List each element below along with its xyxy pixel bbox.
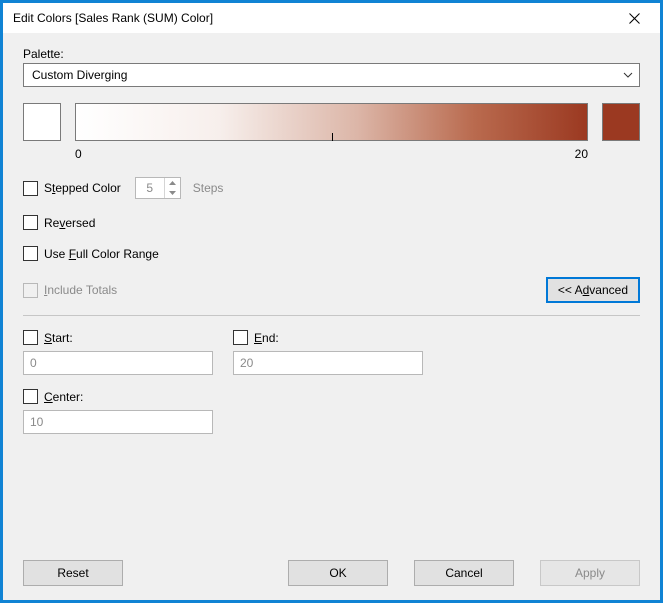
- close-button[interactable]: [614, 5, 654, 31]
- palette-label: Palette:: [23, 47, 640, 61]
- end-value: 20: [240, 356, 253, 370]
- center-value: 10: [30, 415, 43, 429]
- center-input[interactable]: 10: [23, 410, 213, 434]
- chevron-down-icon: [623, 70, 633, 80]
- start-color-swatch[interactable]: [23, 103, 61, 141]
- reset-button[interactable]: Reset: [23, 560, 123, 586]
- edit-colors-dialog: Edit Colors [Sales Rank (SUM) Color] Pal…: [0, 0, 663, 603]
- color-ramp-row: [23, 103, 640, 141]
- range-min-label: 0: [75, 147, 82, 161]
- palette-value: Custom Diverging: [32, 68, 127, 82]
- full-range-label: Use Full Color Range: [44, 247, 159, 261]
- dialog-title: Edit Colors [Sales Rank (SUM) Color]: [13, 11, 213, 25]
- include-totals-label: Include Totals: [44, 283, 117, 297]
- steps-up-button[interactable]: [165, 178, 180, 188]
- palette-select[interactable]: Custom Diverging: [23, 63, 640, 87]
- dialog-body: Palette: Custom Diverging 0 20 Stepped C…: [3, 33, 660, 600]
- center-row: Center:: [23, 389, 640, 404]
- end-label: End:: [254, 331, 279, 345]
- stepped-color-checkbox[interactable]: [23, 181, 38, 196]
- steps-value: 5: [136, 178, 164, 198]
- center-checkbox[interactable]: [23, 389, 38, 404]
- range-labels: 0 20: [23, 147, 640, 161]
- cancel-button[interactable]: Cancel: [414, 560, 514, 586]
- center-label: Center:: [44, 390, 83, 404]
- close-icon: [629, 13, 640, 24]
- stepped-color-row: Stepped Color 5 Steps: [23, 177, 640, 199]
- reversed-label: Reversed: [44, 216, 95, 230]
- steps-down-button[interactable]: [165, 188, 180, 198]
- ok-button[interactable]: OK: [288, 560, 388, 586]
- apply-button: Apply: [540, 560, 640, 586]
- reversed-checkbox[interactable]: [23, 215, 38, 230]
- start-input[interactable]: 0: [23, 351, 213, 375]
- ramp-center-tick: [332, 133, 333, 141]
- color-ramp[interactable]: [75, 103, 588, 141]
- end-checkbox[interactable]: [233, 330, 248, 345]
- titlebar: Edit Colors [Sales Rank (SUM) Color]: [3, 3, 660, 33]
- end-color-swatch[interactable]: [602, 103, 640, 141]
- dialog-button-row: Reset OK Cancel Apply: [23, 560, 640, 586]
- advanced-button[interactable]: << Advanced: [546, 277, 640, 303]
- reversed-row: Reversed: [23, 215, 640, 230]
- advanced-separator: [23, 315, 640, 316]
- steps-spinner[interactable]: 5: [135, 177, 181, 199]
- start-checkbox[interactable]: [23, 330, 38, 345]
- range-max-label: 20: [575, 147, 588, 161]
- full-range-checkbox[interactable]: [23, 246, 38, 261]
- stepped-color-label: Stepped Color: [44, 181, 121, 195]
- start-row: Start:: [23, 330, 213, 345]
- start-label: Start:: [44, 331, 73, 345]
- full-range-row: Use Full Color Range: [23, 246, 640, 261]
- include-totals-checkbox: [23, 283, 38, 298]
- end-row: End:: [233, 330, 423, 345]
- include-totals-row: Include Totals: [23, 283, 117, 298]
- advanced-button-label: << Advanced: [558, 283, 628, 297]
- end-input[interactable]: 20: [233, 351, 423, 375]
- start-value: 0: [30, 356, 37, 370]
- steps-suffix-label: Steps: [193, 181, 224, 195]
